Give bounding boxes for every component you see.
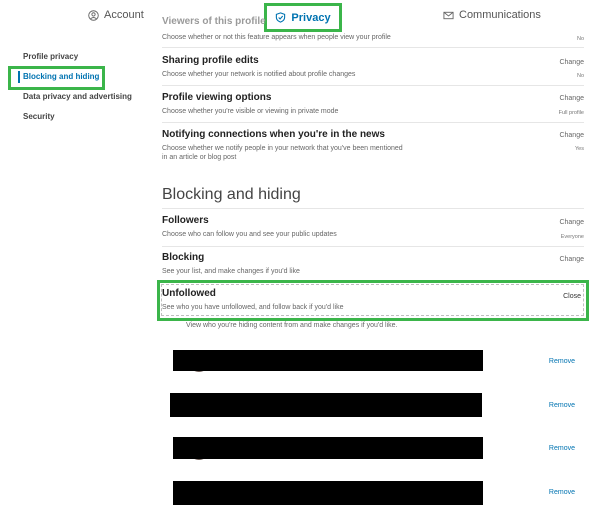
sidebar-item-blocking-and-hiding[interactable]: Blocking and hiding: [23, 72, 99, 81]
remove-button[interactable]: Remove: [549, 402, 575, 409]
list-item: Remove: [160, 478, 585, 507]
sidebar-active-indicator: [18, 71, 20, 83]
setting-title: Sharing profile edits: [162, 55, 259, 66]
change-link[interactable]: Change: [559, 256, 584, 263]
change-link[interactable]: Change: [559, 132, 584, 139]
setting-description: Choose whether we notify people in your …: [162, 145, 403, 161]
list-item: Remove: [160, 434, 585, 464]
setting-description: Choose whether you're visible or viewing…: [162, 108, 339, 115]
setting-title: Followers: [162, 215, 209, 226]
unfollowed-hint: View who you're hiding content from and …: [186, 322, 398, 329]
setting-title: Unfollowed: [162, 288, 216, 299]
setting-value: No: [576, 73, 584, 79]
setting-value: No: [576, 36, 584, 42]
sidebar-item-data-privacy[interactable]: Data privacy and advertising: [23, 92, 132, 101]
sidebar-item-security[interactable]: Security: [23, 112, 55, 121]
remove-button[interactable]: Remove: [549, 445, 575, 452]
setting-row-blocking[interactable]: Blocking See your list, and make changes…: [162, 246, 584, 280]
account-icon: [88, 9, 99, 21]
tab-account[interactable]: Account: [88, 4, 144, 26]
change-link[interactable]: Change: [559, 59, 584, 66]
setting-description: Choose who can follow you and see your p…: [162, 231, 337, 238]
change-link[interactable]: Change: [559, 95, 584, 102]
setting-title: Viewers of this profile: [162, 16, 266, 27]
envelope-icon: [443, 11, 454, 19]
setting-row-news-mentions[interactable]: Notifying connections when you're in the…: [162, 122, 584, 168]
setting-description: See who you have unfollowed, and follow …: [162, 304, 344, 311]
redacted-block: [173, 350, 483, 371]
setting-value: Full profile: [558, 110, 584, 116]
redacted-block: [173, 437, 483, 459]
setting-value: Everyone: [560, 234, 584, 240]
sidebar-item-profile-privacy[interactable]: Profile privacy: [23, 52, 78, 61]
setting-value: Yes: [575, 146, 584, 152]
setting-row-sharing-edits[interactable]: Sharing profile edits Choose whether you…: [162, 47, 584, 85]
setting-row-followers[interactable]: Followers Choose who can follow you and …: [162, 208, 584, 246]
redacted-block: [173, 481, 483, 505]
setting-description: See your list, and make changes if you'd…: [162, 268, 300, 275]
setting-row-viewers[interactable]: Viewers of this profile Choose whether o…: [162, 16, 584, 46]
change-link[interactable]: Change: [559, 219, 584, 226]
setting-row-profile-viewing[interactable]: Profile viewing options Choose whether y…: [162, 85, 584, 122]
setting-title: Notifying connections when you're in the…: [162, 129, 385, 140]
tab-account-label: Account: [104, 9, 144, 21]
redacted-block: [170, 393, 482, 417]
list-item: Remove: [160, 391, 585, 421]
setting-title: Profile viewing options: [162, 92, 272, 103]
section-heading-blocking: Blocking and hiding: [162, 186, 301, 203]
list-item: Remove: [160, 346, 585, 376]
setting-row-unfollowed[interactable]: Unfollowed See who you have unfollowed, …: [161, 284, 584, 316]
remove-button[interactable]: Remove: [549, 358, 575, 365]
close-link[interactable]: Close: [563, 293, 581, 300]
setting-description: Choose whether your network is notified …: [162, 71, 356, 78]
setting-description: Choose whether or not this feature appea…: [162, 34, 391, 41]
remove-button[interactable]: Remove: [549, 489, 575, 496]
setting-title: Blocking: [162, 252, 205, 263]
